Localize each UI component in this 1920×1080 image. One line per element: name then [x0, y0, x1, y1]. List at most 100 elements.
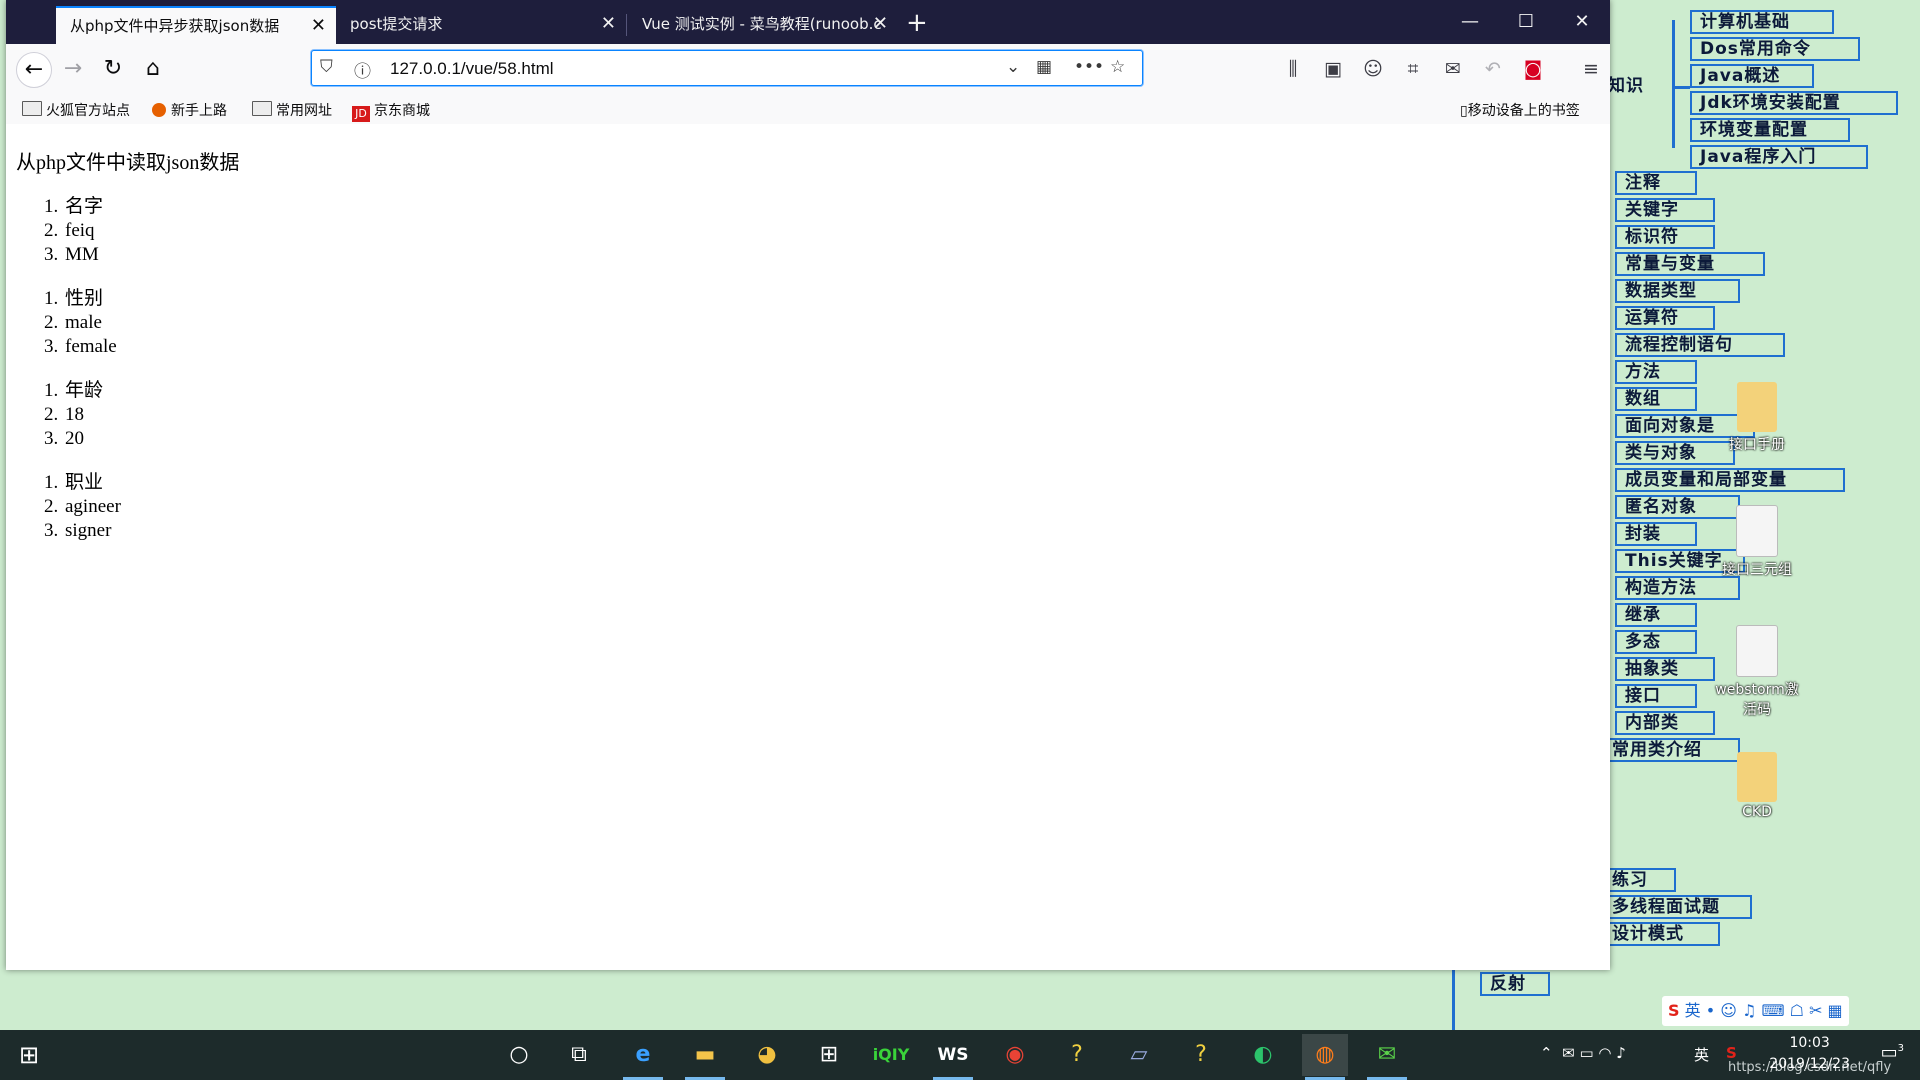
desktop-icon-label: 接口手册 [1729, 437, 1785, 453]
ime-toolbar[interactable]: S 英 • ☺ ♫ ⌨ ☖ ✂ ▦ [1662, 996, 1849, 1026]
list-item: feiq [44, 219, 95, 243]
list-item: female [44, 335, 117, 359]
list-item: 20 [44, 427, 84, 451]
shield-icon[interactable]: ⛉ [320, 57, 333, 77]
tab-active[interactable]: 从php文件中异步获取json数据 ✕ [56, 6, 336, 44]
help-icon[interactable]: ? [1178, 1034, 1224, 1076]
bookmark-item[interactable]: 火狐官方站点 [22, 100, 130, 120]
list-item: 职业 [44, 471, 104, 495]
folder-icon [22, 101, 42, 116]
screenshot-icon[interactable]: ⌗ [1396, 53, 1430, 85]
ime-tools-icons: • ☺ ♫ ⌨ ☖ ✂ ▦ [1705, 1001, 1843, 1020]
desktop-icon-folder[interactable]: 接口手册 [1712, 382, 1802, 454]
minimize-button[interactable]: — [1442, 0, 1498, 44]
file-icon [1736, 505, 1778, 557]
bookmark-item[interactable]: 新手上路 [152, 100, 227, 120]
data-list: 职业 agineer signer [6, 471, 1610, 543]
mindmap-node: 接口 [1615, 684, 1697, 708]
list-item: agineer [44, 495, 121, 519]
home-button[interactable]: ⌂ [136, 52, 170, 86]
mindmap-connector [1672, 20, 1675, 148]
library-icon[interactable]: ⫼ [1276, 53, 1310, 85]
mindmap-node: 多态 [1615, 630, 1697, 654]
mindmap-node: 关键字 [1615, 198, 1715, 222]
info-icon[interactable]: ⓘ [354, 57, 371, 82]
url-input[interactable] [388, 56, 992, 82]
close-window-button[interactable]: ✕ [1554, 0, 1610, 44]
mindmap-node: 封装 [1615, 522, 1697, 546]
mindmap-node: 内部类 [1615, 711, 1715, 735]
data-list: 年龄 18 20 [6, 379, 1610, 451]
desktop-icon-file[interactable]: 接口三元组 [1712, 505, 1802, 579]
iqiyi-icon[interactable]: iQIY [868, 1034, 914, 1076]
notepad-icon[interactable]: ▱ [1116, 1034, 1162, 1076]
new-tab-button[interactable]: + [906, 6, 928, 40]
chevron-down-icon[interactable]: ⌄ [1006, 57, 1020, 77]
back-button[interactable]: ← [16, 52, 52, 88]
notification-icon[interactable]: ▭3 [1881, 1042, 1904, 1063]
list-item: male [44, 311, 102, 335]
mindmap-node: Java程序入门 [1690, 145, 1868, 169]
tab-post[interactable]: post提交请求 ✕ [336, 6, 626, 44]
mindmap-node: 运算符 [1615, 306, 1715, 330]
forward-button[interactable]: → [56, 52, 90, 86]
maximize-button[interactable]: ☐ [1498, 0, 1554, 44]
music-icon[interactable]: ◐ [1240, 1034, 1286, 1076]
mindmap-node: Dos常用命令 [1690, 37, 1860, 61]
mindmap-node: 抽象类 [1615, 657, 1715, 681]
account-icon[interactable]: ☺ [1356, 53, 1390, 85]
data-list: 名字 feiq MM [6, 195, 1610, 267]
close-tab-icon[interactable]: ✕ [873, 6, 888, 42]
mindmap-node: 计算机基础 [1690, 10, 1834, 34]
qr-code-icon[interactable]: ▦ [1036, 57, 1052, 77]
reload-button[interactable]: ↻ [96, 52, 130, 86]
undo-icon[interactable]: ↶ [1476, 53, 1510, 85]
bookmark-item[interactable]: JD 京东商城 [352, 100, 430, 122]
close-tab-icon[interactable]: ✕ [601, 6, 616, 42]
chat-icon[interactable]: ✉ [1436, 53, 1470, 85]
menu-icon[interactable]: ≡ [1574, 53, 1608, 85]
pocket-icon[interactable]: ◙ [1516, 53, 1550, 85]
mindmap-node: 注释 [1615, 171, 1697, 195]
task-view-icon[interactable]: ⧉ [556, 1034, 602, 1076]
star-bookmark-icon[interactable]: ☆ [1110, 57, 1125, 77]
firefox-taskbar-icon[interactable]: ◍ [1302, 1034, 1348, 1080]
more-actions-icon[interactable]: ••• [1074, 57, 1104, 77]
page-heading: 从php文件中读取json数据 [16, 152, 240, 174]
wechat-icon[interactable]: ✉ [1364, 1034, 1410, 1080]
store-icon[interactable]: ⊞ [806, 1034, 852, 1076]
cortana-icon[interactable]: ○ [496, 1034, 542, 1076]
tab-vue[interactable]: Vue 测试实例 - 菜鸟教程(runoob.c ✕ [628, 6, 898, 44]
start-button[interactable]: ⊞ [6, 1034, 52, 1076]
tray-icons[interactable]: ⌃ ✉ ▭ ◠ ♪ [1540, 1044, 1626, 1062]
mindmap-node: Jdk环境安装配置 [1690, 91, 1898, 115]
title-bar: 从php文件中异步获取json数据 ✕ post提交请求 ✕ Vue 测试实例 … [6, 0, 1610, 44]
tray-lang[interactable]: 英 [1694, 1044, 1709, 1065]
bookmark-item[interactable]: 常用网址 [252, 100, 332, 120]
clock[interactable]: 10:03 2019/12/23 [1769, 1033, 1850, 1075]
mindmap-node: 练习 [1602, 868, 1676, 892]
bookmark-label: 火狐官方站点 [46, 103, 130, 119]
list-item: 性别 [44, 287, 104, 311]
mobile-bookmarks[interactable]: ▯移动设备上的书签 [1460, 100, 1580, 120]
sidebar-icon[interactable]: ▣ [1316, 53, 1350, 85]
page-content: 从php文件中读取json数据 名字 feiq MM 性别 male female 年龄 18… [6, 124, 1610, 970]
edge-icon[interactable]: e [620, 1034, 666, 1080]
list-item: 18 [44, 403, 84, 427]
folder-icon [1737, 752, 1777, 802]
desktop-icon-shortcut[interactable]: CKD [1712, 752, 1802, 820]
folder-icon [1737, 382, 1777, 432]
chrome-icon[interactable]: ◉ [992, 1034, 1038, 1076]
url-bar[interactable]: ⛉ ⓘ ⌄ ▦ ••• ☆ [311, 50, 1143, 86]
list-item: signer [44, 519, 112, 543]
mindmap-node: 方法 [1615, 360, 1697, 384]
ie-icon[interactable]: ◕ [744, 1034, 790, 1076]
file-explorer-icon[interactable]: ▬ [682, 1034, 728, 1080]
webstorm-icon[interactable]: WS [930, 1034, 976, 1080]
help-icon[interactable]: ? [1054, 1034, 1100, 1076]
mindmap-node: 成员变量和局部变量 [1615, 468, 1845, 492]
data-lists: 名字 feiq MM 性别 male female 年龄 18 20 职业 agineer signe… [6, 195, 1610, 543]
desktop-icon-file[interactable]: webstorm激活码 [1712, 625, 1802, 719]
close-tab-icon[interactable]: ✕ [311, 8, 326, 44]
mindmap-node: 常量与变量 [1615, 252, 1765, 276]
